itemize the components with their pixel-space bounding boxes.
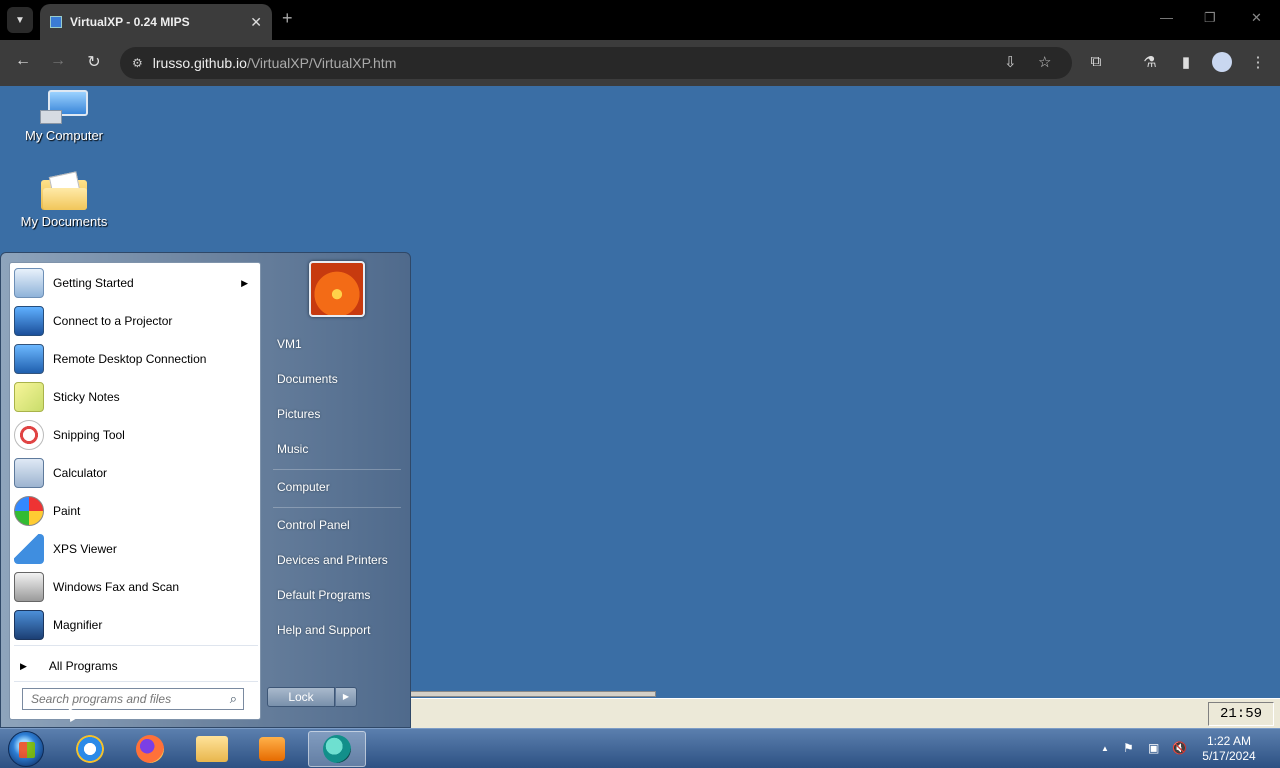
program-sticky-notes[interactable]: Sticky Notes: [10, 378, 260, 416]
virtualxp-icon: [323, 735, 351, 763]
clock-date: 5/17/2024: [1202, 749, 1256, 763]
clock-time: 1:22 AM: [1206, 734, 1252, 748]
start-search-box[interactable]: ⌕: [22, 688, 244, 710]
program-calculator[interactable]: Calculator: [10, 454, 260, 492]
all-programs-item[interactable]: ▶ All Programs: [10, 651, 260, 681]
firefox-icon: [136, 735, 164, 763]
program-xps-viewer[interactable]: XPS Viewer: [10, 530, 260, 568]
browser-toolbar: ← → ↻ ⚙ lrusso.github.io/VirtualXP/Virtu…: [0, 40, 1280, 86]
desktop-icon-label: My Computer: [24, 128, 104, 143]
browser-tabbar: ▼ VirtualXP - 0.24 MIPS ✕ + — ❐ ✕: [0, 0, 1280, 40]
right-divider: [273, 469, 401, 470]
file-explorer-icon: [196, 736, 228, 762]
url-text[interactable]: lrusso.github.io/VirtualXP/VirtualXP.htm: [153, 55, 397, 71]
inner-clock: 21:59: [1208, 702, 1274, 726]
tab-close-icon[interactable]: ✕: [250, 14, 262, 31]
taskbar-media-player[interactable]: [246, 731, 298, 767]
right-link-default-programs[interactable]: Default Programs: [263, 580, 403, 610]
action-center-flag-icon[interactable]: ⚑: [1123, 741, 1134, 755]
forward-arrow-icon[interactable]: →: [47, 52, 69, 70]
sticky-notes-icon: [14, 382, 44, 412]
tab-list-chevron-icon[interactable]: ▼: [7, 7, 33, 33]
all-programs-arrow-icon: ▶: [20, 660, 27, 671]
remote-desktop-icon: [14, 344, 44, 374]
reload-icon[interactable]: ↻: [83, 52, 105, 72]
desktop-icon-my-documents[interactable]: My Documents: [4, 171, 124, 229]
magnifier-icon: [14, 610, 44, 640]
start-menu-programs-pane: Getting Started ▶ Connect to a Projector…: [9, 262, 261, 720]
taskbar-firefox[interactable]: [124, 731, 176, 767]
computer-icon: [40, 90, 88, 124]
programs-divider: [14, 645, 258, 646]
address-bar[interactable]: ⚙ lrusso.github.io/VirtualXP/VirtualXP.h…: [120, 47, 1072, 79]
start-search-input[interactable]: [31, 692, 217, 706]
fax-scanner-icon: [14, 572, 44, 602]
program-getting-started[interactable]: Getting Started ▶: [10, 264, 260, 302]
search-icon[interactable]: ⌕: [230, 691, 237, 707]
program-remote-desktop[interactable]: Remote Desktop Connection: [10, 340, 260, 378]
start-orb-windows-icon[interactable]: [8, 731, 44, 767]
side-panel-icon[interactable]: ▮: [1176, 53, 1196, 71]
right-link-user[interactable]: VM1: [263, 329, 403, 359]
program-paint[interactable]: Paint: [10, 492, 260, 530]
window-close-icon[interactable]: ✕: [1251, 10, 1262, 26]
minimize-icon[interactable]: —: [1160, 10, 1173, 25]
new-tab-plus-icon[interactable]: +: [282, 8, 293, 29]
background-window-bar: [410, 691, 1280, 730]
desktop-icon-label: My Documents: [20, 214, 108, 229]
volume-muted-icon[interactable]: 🔇: [1172, 741, 1187, 755]
right-link-music[interactable]: Music: [263, 434, 403, 464]
menu-dots-icon[interactable]: ⋮: [1248, 53, 1268, 71]
xps-viewer-icon: [14, 534, 44, 564]
folder-icon: [41, 171, 87, 210]
right-divider: [273, 507, 401, 508]
program-connect-projector[interactable]: Connect to a Projector: [10, 302, 260, 340]
projector-icon: [14, 306, 44, 336]
shutdown-options-arrow-icon[interactable]: ▶: [335, 687, 357, 707]
install-app-icon[interactable]: ⇩: [1004, 53, 1017, 71]
lock-button[interactable]: Lock: [267, 687, 335, 707]
calculator-icon: [14, 458, 44, 488]
right-link-help-support[interactable]: Help and Support: [263, 615, 403, 645]
network-icon[interactable]: ▣: [1148, 741, 1159, 755]
taskbar-virtualxp[interactable]: [308, 731, 366, 767]
right-link-pictures[interactable]: Pictures: [263, 399, 403, 429]
tab-title: VirtualXP - 0.24 MIPS: [70, 15, 190, 29]
taskbar-internet-explorer[interactable]: [64, 731, 116, 767]
submenu-arrow-icon: ▶: [241, 277, 248, 288]
right-link-documents[interactable]: Documents: [263, 364, 403, 394]
scissors-icon: [14, 420, 44, 450]
search-divider: [14, 681, 258, 682]
labs-flask-icon[interactable]: ⚗: [1140, 53, 1160, 71]
extensions-puzzle-icon[interactable]: ⧉: [1086, 53, 1106, 70]
site-info-icon[interactable]: ⚙: [132, 56, 143, 70]
program-fax-scan[interactable]: Windows Fax and Scan: [10, 568, 260, 606]
taskbar-file-explorer[interactable]: [186, 731, 238, 767]
bookmark-star-icon[interactable]: ☆: [1038, 53, 1051, 71]
tab-favicon-icon: [50, 16, 62, 28]
getting-started-icon: [14, 268, 44, 298]
restore-icon[interactable]: ❐: [1204, 10, 1216, 26]
program-magnifier[interactable]: Magnifier: [10, 606, 260, 644]
media-player-icon: [259, 737, 285, 761]
taskbar: ▲ ⚑ ▣ 🔇 1:22 AM 5/17/2024: [0, 728, 1280, 768]
profile-avatar-icon[interactable]: [1212, 52, 1232, 72]
right-link-control-panel[interactable]: Control Panel: [263, 510, 403, 540]
browser-tab[interactable]: VirtualXP - 0.24 MIPS ✕: [40, 4, 272, 40]
right-link-devices-printers[interactable]: Devices and Printers: [263, 545, 403, 575]
desktop-icon-my-computer[interactable]: My Computer: [4, 90, 124, 143]
paint-palette-icon: [14, 496, 44, 526]
taskbar-clock[interactable]: 1:22 AM 5/17/2024: [1198, 734, 1260, 764]
internet-explorer-icon: [76, 735, 104, 763]
back-arrow-icon[interactable]: ←: [12, 52, 34, 70]
scrollbar-thumb[interactable]: [410, 691, 656, 697]
user-picture-flower[interactable]: [309, 261, 365, 317]
start-menu: Getting Started ▶ Connect to a Projector…: [0, 252, 411, 728]
tray-expand-arrow-icon[interactable]: ▲: [1101, 744, 1109, 753]
program-snipping-tool[interactable]: Snipping Tool: [10, 416, 260, 454]
right-link-computer[interactable]: Computer: [263, 472, 403, 502]
